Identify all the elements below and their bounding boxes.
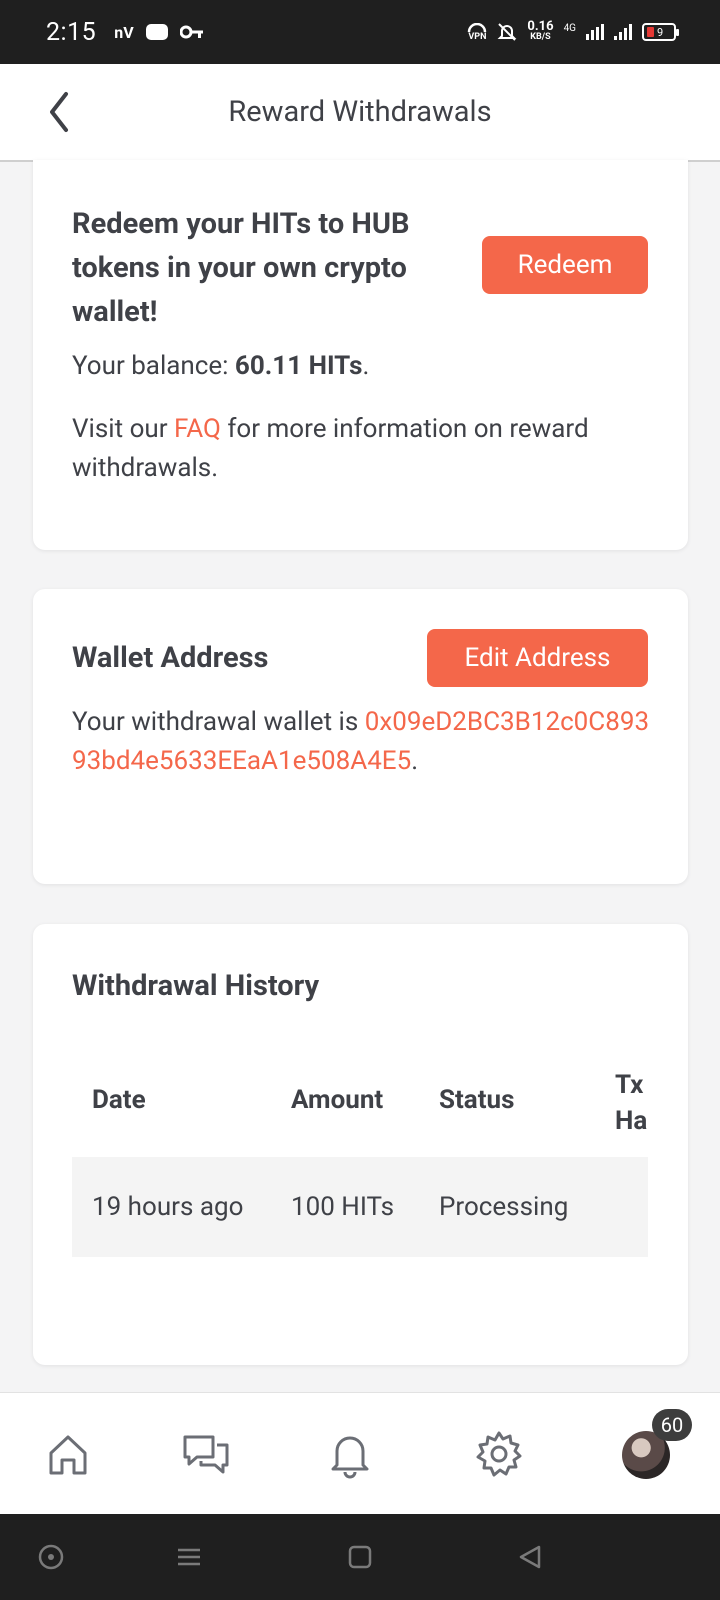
bell-off-icon (497, 23, 517, 41)
column-amount: Amount (291, 1085, 384, 1115)
chevron-left-icon[interactable] (44, 90, 74, 134)
notification-badge: 60 (652, 1409, 692, 1441)
history-table[interactable]: Date Amount Status Tx Hash 19 hours ago … (72, 1045, 648, 1295)
column-date: Date (92, 1085, 146, 1115)
bell-icon[interactable] (325, 1429, 375, 1479)
signal-icon-2 (614, 24, 632, 40)
network-speed: 0.16 KB/S (527, 19, 554, 42)
chat-icon[interactable] (181, 1429, 231, 1479)
wallet-address-card: Wallet Address Edit Address Your withdra… (33, 589, 688, 884)
home-square-icon[interactable] (345, 1542, 375, 1572)
balance-value: 60.11 HITs (234, 351, 363, 381)
column-status: Status (439, 1085, 515, 1115)
faq-link[interactable]: FAQ (174, 414, 221, 444)
gear-icon[interactable] (474, 1429, 524, 1479)
status-bar: 2:15 nV VPN 0.16 KB/S 4G 9 (0, 0, 720, 64)
back-triangle-icon[interactable] (515, 1542, 545, 1572)
network-type: 4G (563, 23, 576, 34)
column-tx-hash: Tx Hash (615, 1070, 648, 1136)
battery-level-fill (647, 27, 654, 37)
assistant-icon[interactable] (36, 1542, 66, 1572)
redeem-button[interactable]: Redeem (482, 236, 648, 294)
system-navigation-bar (0, 1514, 720, 1600)
edit-address-button[interactable]: Edit Address (427, 629, 648, 687)
app-header: Reward Withdrawals (0, 64, 720, 162)
key-icon (179, 25, 203, 39)
cell-status: Processing (439, 1192, 569, 1222)
cell-date: 19 hours ago (92, 1192, 244, 1222)
carrier-icon: nV (114, 22, 134, 42)
signal-icon (586, 24, 604, 40)
bottom-navigation: 60 (0, 1392, 720, 1514)
table-row: 19 hours ago 100 HITs Processing (72, 1157, 648, 1257)
withdrawal-history-card: Withdrawal History Date Amount Status Tx… (33, 924, 688, 1365)
wallet-info-text: Your withdrawal wallet is 0x09eD2BC3B12c… (72, 707, 650, 776)
table-header: Date Amount Status Tx Hash (72, 1045, 648, 1157)
history-title: Withdrawal History (72, 969, 320, 1003)
home-icon[interactable] (43, 1429, 93, 1479)
redeem-heading: Redeem your HITs to HUB tokens in your o… (72, 207, 410, 329)
cell-amount: 100 HITs (291, 1192, 394, 1222)
status-time: 2:15 (46, 17, 97, 47)
page-title: Reward Withdrawals (228, 95, 492, 129)
vpn-icon: VPN (467, 22, 487, 42)
faq-info-text: Visit our FAQ for more information on re… (72, 414, 589, 483)
redeem-card: Redeem your HITs to HUB tokens in your o… (33, 160, 688, 550)
menu-icon[interactable] (174, 1542, 204, 1572)
balance-text: Your balance: 60.11 HITs. (72, 351, 370, 381)
battery-icon: 9 (642, 23, 679, 41)
wallet-title: Wallet Address (72, 641, 269, 675)
message-notification-icon (145, 24, 168, 40)
